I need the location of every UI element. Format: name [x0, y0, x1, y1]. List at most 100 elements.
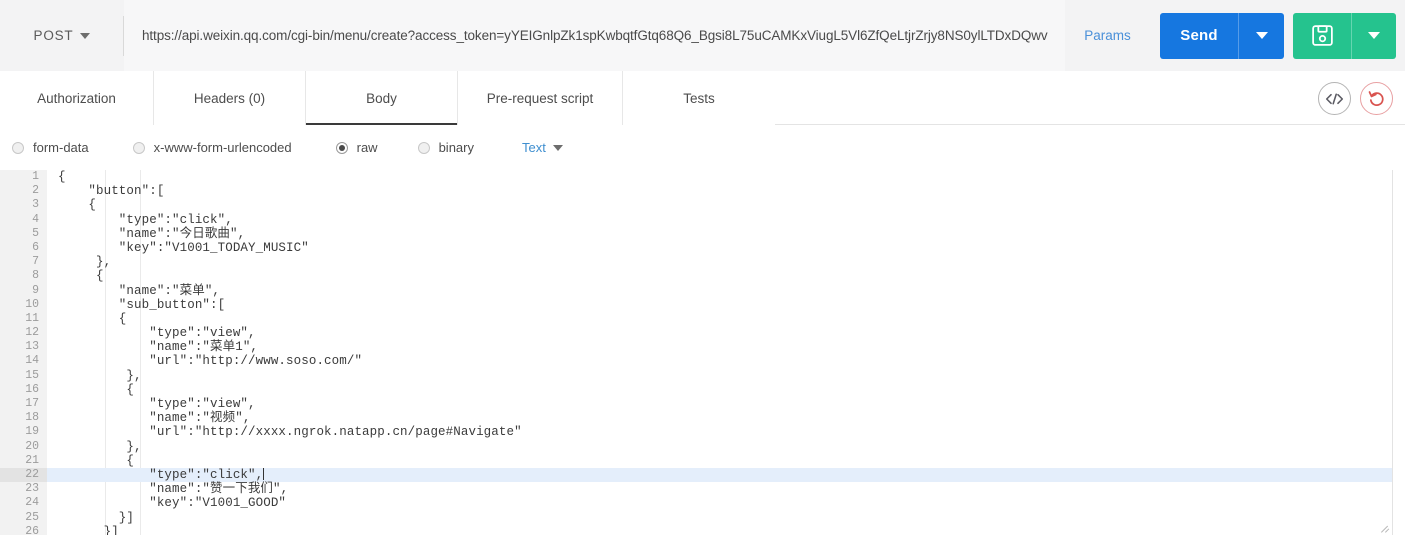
content-type-label: Text: [522, 140, 546, 155]
code-line[interactable]: },: [47, 369, 1392, 383]
code-line[interactable]: "type":"click",: [47, 213, 1392, 227]
http-method-dropdown[interactable]: POST: [0, 0, 124, 71]
line-number: 10: [25, 297, 39, 311]
tab-authorization[interactable]: Authorization: [0, 71, 154, 125]
url-input[interactable]: [140, 27, 1057, 44]
code-line[interactable]: "name":"视频",: [47, 411, 1392, 425]
radio-icon[interactable]: [132, 141, 145, 154]
save-options-button[interactable]: [1351, 12, 1396, 59]
code-line[interactable]: "type":"view",: [47, 326, 1392, 340]
code-line[interactable]: "type":"click",: [47, 467, 1392, 483]
line-number: 8: [32, 269, 39, 283]
request-url-bar: POST Params Send: [0, 0, 1405, 71]
line-number: 4: [32, 212, 39, 226]
divider: [123, 16, 124, 56]
line-number: 9: [32, 283, 39, 297]
code-line[interactable]: "url":"http://xxxx.ngrok.natapp.cn/page#…: [47, 425, 1392, 439]
text-cursor: [263, 467, 265, 480]
http-method-label: POST: [33, 28, 74, 43]
code-line[interactable]: "name":"赞一下我们",: [47, 482, 1392, 496]
line-number: 22: [0, 467, 47, 483]
line-number: 25: [25, 510, 39, 524]
code-line[interactable]: },: [47, 255, 1392, 269]
code-line[interactable]: "button":[: [47, 184, 1392, 198]
code-line[interactable]: }]: [47, 525, 1392, 535]
code-line[interactable]: "type":"view",: [47, 397, 1392, 411]
tab-headers[interactable]: Headers (0): [154, 71, 306, 125]
line-number: 16: [25, 382, 39, 396]
body-type-binary[interactable]: binary: [417, 140, 474, 155]
chevron-down-icon: [552, 144, 563, 151]
params-button[interactable]: Params: [1065, 0, 1150, 71]
tab-body[interactable]: Body: [306, 71, 458, 126]
send-button-group[interactable]: Send: [1160, 12, 1284, 59]
code-line[interactable]: {: [47, 454, 1392, 468]
api-request-builder: POST Params Send: [0, 0, 1405, 535]
chevron-down-icon: [1255, 32, 1268, 39]
content-type-dropdown[interactable]: Text: [522, 140, 563, 155]
editor-inner: 1 2 3 4 5 6 7 8 9 10 11 12 13 14 15 16 17 18 19 20 21 22 23 24 2…: [0, 170, 1393, 535]
resize-handle[interactable]: [1380, 523, 1390, 533]
line-number: 1: [32, 170, 39, 183]
code-line[interactable]: {: [47, 269, 1392, 283]
code-line[interactable]: "key":"V1001_TODAY_MUSIC": [47, 241, 1392, 255]
code-line[interactable]: }]: [47, 511, 1392, 525]
line-number: 7: [32, 255, 39, 269]
reset-button[interactable]: [1360, 82, 1393, 115]
line-number: 11: [25, 311, 39, 325]
body-type-label: form-data: [33, 140, 89, 155]
request-body-editor[interactable]: 1 2 3 4 5 6 7 8 9 10 11 12 13 14 15 16 17 18 19 20 21 22 23 24 2…: [0, 170, 1405, 535]
send-options-button[interactable]: [1238, 12, 1284, 59]
line-number: 2: [32, 184, 39, 198]
save-button[interactable]: [1293, 13, 1351, 59]
save-button-group[interactable]: [1293, 12, 1396, 59]
line-number: 5: [32, 226, 39, 240]
url-input-wrapper[interactable]: [124, 0, 1065, 71]
editor-action-icons: [1318, 82, 1393, 115]
floppy-disk-icon: [1311, 25, 1333, 46]
line-number: 3: [32, 198, 39, 212]
code-line[interactable]: {: [47, 312, 1392, 326]
code-view-button[interactable]: [1318, 82, 1351, 115]
code-line[interactable]: "name":"菜单1",: [47, 340, 1392, 354]
tab-tests[interactable]: Tests: [623, 71, 775, 125]
line-number: 6: [32, 240, 39, 254]
body-type-x-www-form-urlencoded[interactable]: x-www-form-urlencoded: [132, 140, 292, 155]
body-type-label: binary: [438, 140, 474, 155]
radio-icon[interactable]: [12, 141, 24, 154]
send-button[interactable]: Send: [1160, 13, 1238, 59]
code-line[interactable]: "name":"菜单",: [47, 284, 1392, 298]
code-line[interactable]: {: [47, 383, 1392, 397]
code-icon: [1325, 92, 1344, 105]
body-type-label: x-www-form-urlencoded: [153, 140, 292, 155]
line-number: 24: [25, 496, 39, 510]
chevron-down-icon: [1368, 32, 1380, 39]
line-number: 18: [25, 411, 39, 425]
tab-list: Authorization Headers (0) Body Pre-reque…: [0, 71, 1405, 126]
line-number-gutter: 1 2 3 4 5 6 7 8 9 10 11 12 13 14 15 16 17 18 19 20 21 22 23 24 2…: [0, 170, 47, 535]
tab-pre-request-script[interactable]: Pre-request script: [458, 71, 623, 125]
code-line[interactable]: {: [47, 198, 1392, 212]
radio-icon[interactable]: [417, 141, 430, 154]
line-number: 19: [25, 425, 39, 439]
undo-icon: [1368, 90, 1384, 106]
code-line[interactable]: "sub_button":[: [47, 298, 1392, 312]
code-content[interactable]: { "button":[ { "type":"click", "name":"今…: [47, 170, 1392, 535]
body-type-form-data[interactable]: form-data: [12, 140, 89, 155]
line-number: 15: [25, 368, 39, 382]
line-number: 23: [25, 482, 39, 496]
line-number: 17: [25, 397, 39, 410]
radio-icon[interactable]: [335, 141, 348, 154]
code-line[interactable]: "name":"今日歌曲",: [47, 227, 1392, 241]
line-number: 21: [25, 453, 39, 467]
code-line[interactable]: },: [47, 440, 1392, 454]
code-line[interactable]: "key":"V1001_GOOD": [47, 496, 1392, 510]
code-line[interactable]: {: [47, 170, 1392, 184]
line-number: 26: [25, 524, 39, 535]
line-number: 14: [25, 354, 39, 368]
body-type-raw[interactable]: raw: [335, 140, 378, 155]
code-line[interactable]: "url":"http://www.soso.com/": [47, 354, 1392, 368]
line-number: 12: [25, 326, 39, 340]
line-number: 13: [25, 340, 39, 354]
request-tab-bar: Authorization Headers (0) Body Pre-reque…: [0, 71, 1405, 126]
